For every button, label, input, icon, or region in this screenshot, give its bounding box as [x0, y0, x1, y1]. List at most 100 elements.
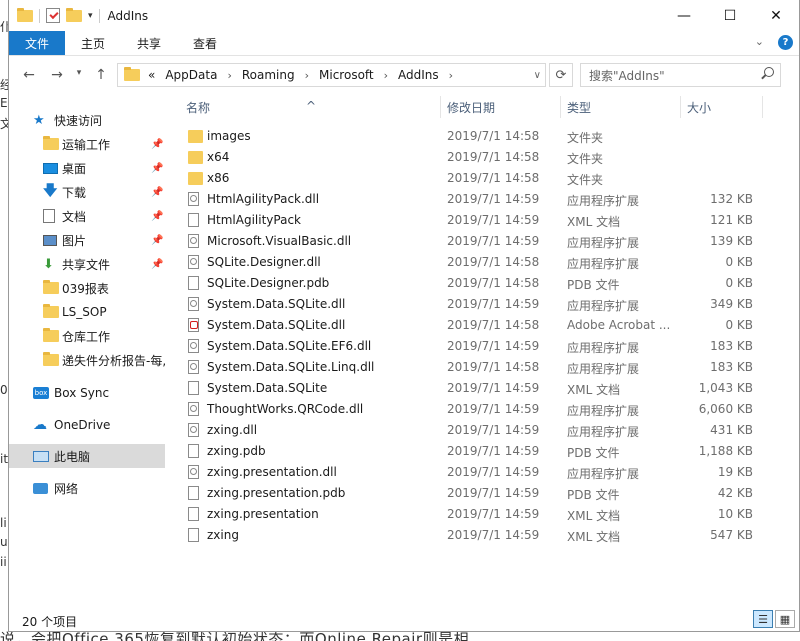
table-row[interactable]: Microsoft.VisualBasic.dll 2019/7/1 14:59 应…	[166, 231, 778, 252]
up-arrow-icon[interactable]: ↑	[89, 67, 113, 83]
folder-icon	[43, 328, 59, 342]
table-row[interactable]: zxing.presentation 2019/7/1 14:59 XML 文档 10…	[166, 504, 778, 525]
large-icons-view-button[interactable]: ▦	[775, 610, 795, 628]
pin-icon[interactable]: 📌	[151, 235, 163, 246]
table-row[interactable]: HtmlAgilityPack.dll 2019/7/1 14:59 应用程序扩展 1…	[166, 189, 778, 210]
chevron-right-icon[interactable]: ›	[449, 69, 453, 82]
table-row[interactable]: HtmlAgilityPack 2019/7/1 14:59 XML 文档 121 K…	[166, 210, 778, 231]
table-row[interactable]: zxing.presentation.pdb 2019/7/1 14:59 PDB …	[166, 483, 778, 504]
sidebar-item-quick-access[interactable]: ★ 快速访问	[9, 108, 165, 132]
breadcrumb-addins[interactable]: AddIns	[398, 68, 439, 82]
sidebar-item-transport-work[interactable]: 运输工作 📌	[9, 132, 165, 156]
file-size: 183 KB	[710, 339, 753, 353]
table-row[interactable]: System.Data.SQLite.dll 2019/7/1 14:58 Adob…	[166, 315, 778, 336]
column-name[interactable]: 名称	[186, 99, 210, 116]
sidebar-item-desktop[interactable]: 桌面 📌	[9, 156, 165, 180]
address-bar[interactable]: « AppData › Roaming › Microsoft › AddIns…	[117, 63, 546, 87]
column-date[interactable]: 修改日期	[447, 99, 495, 116]
pin-icon[interactable]: 📌	[151, 211, 163, 222]
sidebar-item-onedrive[interactable]: ☁ OneDrive	[9, 413, 165, 437]
new-folder-icon[interactable]	[66, 7, 82, 22]
breadcrumb-microsoft[interactable]: Microsoft	[319, 68, 374, 82]
table-row[interactable]: System.Data.SQLite.EF6.dll 2019/7/1 14:59…	[166, 336, 778, 357]
breadcrumb-appdata[interactable]: AppData	[165, 68, 217, 82]
file-date: 2019/7/1 14:59	[447, 381, 540, 395]
table-row[interactable]: System.Data.SQLite.dll 2019/7/1 14:59 应用程序…	[166, 294, 778, 315]
column-size[interactable]: 大小	[687, 99, 711, 116]
pin-icon[interactable]: 📌	[151, 187, 163, 198]
sidebar-item-box-sync[interactable]: box Box Sync	[9, 381, 165, 405]
tab-file[interactable]: 文件	[9, 31, 66, 55]
folder-icon	[43, 136, 59, 150]
sidebar-item-warehouse-work[interactable]: 仓库工作	[9, 324, 165, 348]
file-type: XML 文档	[567, 383, 621, 397]
details-view-button[interactable]: ☰	[753, 610, 773, 628]
search-input[interactable]: 搜索"AddIns"	[580, 63, 781, 87]
table-row[interactable]: ThoughtWorks.QRCode.dll 2019/7/1 14:59 应用程…	[166, 399, 778, 420]
folder-icon	[17, 7, 33, 22]
file-date: 2019/7/1 14:59	[447, 528, 540, 542]
table-row[interactable]: System.Data.SQLite 2019/7/1 14:59 XML 文档 1,…	[166, 378, 778, 399]
pin-icon[interactable]: 📌	[151, 139, 163, 150]
table-row[interactable]: SQLite.Designer.pdb 2019/7/1 14:58 PDB 文件 0…	[166, 273, 778, 294]
table-row[interactable]: zxing.presentation.dll 2019/7/1 14:59 应用程序…	[166, 462, 778, 483]
pin-icon[interactable]: 📌	[151, 259, 163, 270]
table-row[interactable]: zxing.dll 2019/7/1 14:59 应用程序扩展 431 KB	[166, 420, 778, 441]
file-size: 349 KB	[710, 297, 753, 311]
help-icon[interactable]: ?	[778, 35, 793, 50]
sidebar-item-this-pc[interactable]: 此电脑	[9, 444, 165, 468]
file-type: 应用程序扩展	[567, 404, 640, 418]
refresh-button[interactable]: ⟳	[549, 63, 573, 87]
chevron-right-icon[interactable]: ›	[384, 69, 388, 82]
folder-icon	[43, 304, 59, 318]
recent-locations-icon[interactable]: ▾	[67, 68, 91, 78]
sidebar-item-ls-sop[interactable]: LS_SOP	[9, 300, 165, 324]
table-row[interactable]: images 2019/7/1 14:58 文件夹	[166, 126, 778, 147]
tab-view[interactable]: 查看	[177, 31, 233, 55]
tab-share[interactable]: 共享	[121, 31, 177, 55]
table-row[interactable]: x64 2019/7/1 14:58 文件夹	[166, 147, 778, 168]
expand-ribbon-icon[interactable]: ⌄	[755, 35, 764, 50]
forward-arrow-icon[interactable]: →	[45, 67, 69, 83]
tab-home[interactable]: 主页	[65, 31, 121, 55]
sidebar-item-network[interactable]: 网络	[9, 476, 165, 500]
table-row[interactable]: System.Data.SQLite.Linq.dll 2019/7/1 14:5…	[166, 357, 778, 378]
sidebar-item-039-reports[interactable]: 039报表	[9, 276, 165, 300]
close-button[interactable]: ✕	[753, 0, 799, 31]
chevron-down-icon[interactable]: ▾	[88, 11, 93, 21]
sidebar-item-downloads[interactable]: 🡇 下载 📌	[9, 180, 165, 204]
table-row[interactable]: zxing.pdb 2019/7/1 14:59 PDB 文件 1,188 KB	[166, 441, 778, 462]
folder-icon	[124, 67, 140, 81]
file-size: 121 KB	[710, 213, 753, 227]
file-date: 2019/7/1 14:58	[447, 255, 540, 269]
chevron-right-icon[interactable]: ›	[305, 69, 309, 82]
file-date: 2019/7/1 14:59	[447, 402, 540, 416]
details-view-icon: ☰	[758, 612, 768, 626]
properties-icon[interactable]	[46, 8, 60, 23]
folder-icon	[188, 130, 203, 143]
address-dropdown-icon[interactable]: ∨	[534, 70, 541, 81]
sidebar-item-documents[interactable]: 文档 📌	[9, 204, 165, 228]
column-type[interactable]: 类型	[567, 99, 591, 116]
table-row[interactable]: x86 2019/7/1 14:58 文件夹	[166, 168, 778, 189]
file-icon	[188, 213, 199, 227]
table-row[interactable]: SQLite.Designer.dll 2019/7/1 14:58 应用程序扩展 0…	[166, 252, 778, 273]
file-name: zxing.dll	[207, 423, 258, 437]
table-row[interactable]: zxing 2019/7/1 14:59 XML 文档 547 KB	[166, 525, 778, 546]
sidebar-item-shared-files[interactable]: ⬇ 共享文件 📌	[9, 252, 165, 276]
address-overflow[interactable]: «	[148, 68, 155, 82]
vertical-scrollbar[interactable]	[783, 90, 799, 604]
minimize-button[interactable]: —	[661, 0, 707, 31]
chevron-right-icon[interactable]: ›	[227, 69, 231, 82]
file-icon	[188, 381, 199, 395]
file-icon	[188, 276, 199, 290]
file-size: 139 KB	[710, 234, 753, 248]
maximize-button[interactable]: ☐	[707, 0, 753, 31]
breadcrumb-roaming[interactable]: Roaming	[242, 68, 295, 82]
sidebar-item-pictures[interactable]: 图片 📌	[9, 228, 165, 252]
back-arrow-icon[interactable]: ←	[17, 67, 41, 83]
file-name: HtmlAgilityPack	[207, 213, 301, 227]
pin-icon[interactable]: 📌	[151, 163, 163, 174]
file-name: zxing	[207, 528, 239, 542]
sidebar-item-loss-report[interactable]: 递失件分析报告-每,	[9, 348, 165, 372]
